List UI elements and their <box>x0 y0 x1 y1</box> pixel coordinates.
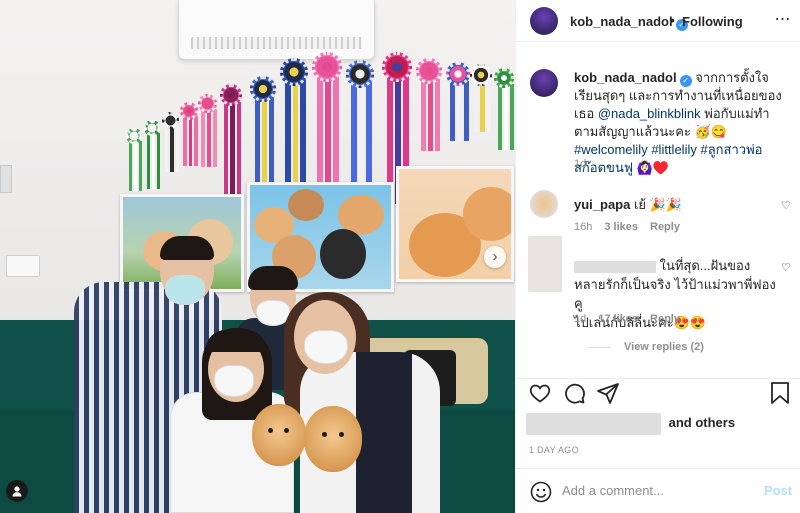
puppy-right <box>304 406 362 472</box>
air-conditioner <box>178 0 375 60</box>
post-actions: and others 1 DAY AGO <box>516 378 800 468</box>
comment-age[interactable]: 1d <box>574 313 586 325</box>
add-comment-bar: Post <box>516 468 800 513</box>
comment-icon[interactable] <box>562 381 586 408</box>
comment-meta: 1d 17 likes Reply <box>574 313 692 325</box>
verified-badge-icon: ✓ <box>679 75 692 87</box>
comment-like-heart-icon[interactable]: ♡ <box>781 199 791 212</box>
liker-names-redacted[interactable] <box>526 413 661 435</box>
comment-meta: 16h 3 likes Reply <box>574 221 692 233</box>
comment-age[interactable]: 16h <box>574 221 592 233</box>
likes-suffix[interactable]: and others <box>669 415 735 430</box>
comment-likes[interactable]: 17 likes <box>598 313 638 325</box>
comment-username-redacted[interactable] <box>574 260 656 273</box>
comment-text-line-1: ในที่สุด...ฝันของ <box>659 258 751 273</box>
wall-box <box>0 165 12 193</box>
reply-button[interactable]: Reply <box>650 221 680 233</box>
commenter-avatar[interactable] <box>530 190 558 218</box>
post-timestamp[interactable]: 1 DAY AGO <box>529 445 579 455</box>
heart-icon[interactable] <box>528 381 552 408</box>
header-separator: • <box>670 12 675 28</box>
reply-button[interactable]: Reply <box>650 313 680 325</box>
caption-emoji: 🙆🏻‍♀️♥️ <box>636 160 670 175</box>
more-options-icon[interactable]: ⋯ <box>771 9 795 31</box>
caption-username[interactable]: kob_nada_nadol <box>574 70 677 85</box>
comment-text: เย้ 🎉🎉 <box>633 197 683 212</box>
bookmark-icon[interactable] <box>769 381 791 408</box>
person-tag-icon[interactable] <box>6 480 28 502</box>
comment-input[interactable] <box>562 483 742 498</box>
wall-switch <box>6 255 40 277</box>
post-button[interactable]: Post <box>764 483 792 498</box>
puppy-left <box>252 404 306 466</box>
comment-username[interactable]: yui_papa <box>574 197 630 212</box>
likes-summary[interactable]: and others <box>526 413 735 435</box>
post-header: kob_nada_nadol ✓ • Following ⋯ <box>516 0 800 42</box>
comment-likes[interactable]: 3 likes <box>604 221 638 233</box>
following-button[interactable]: Following <box>682 14 743 29</box>
post-sidebar: kob_nada_nadol ✓ • Following ⋯ kob_nada_n… <box>515 0 800 513</box>
comment-like-heart-icon[interactable]: ♡ <box>781 261 791 274</box>
commenter-avatar[interactable] <box>528 236 562 292</box>
author-avatar[interactable] <box>530 7 558 35</box>
caption-mention[interactable]: @nada_blinkblink <box>598 106 701 121</box>
author-username[interactable]: kob_nada_nadol <box>570 14 673 29</box>
caption-age[interactable]: 1d <box>574 158 586 170</box>
caption-avatar[interactable] <box>530 69 558 97</box>
view-replies-button[interactable]: View replies (2) <box>588 341 704 353</box>
post-photo[interactable]: › <box>0 0 515 513</box>
caption: kob_nada_nadol ✓ จากการตั้งใจเรียนสุดๆ แล… <box>574 69 788 177</box>
smiley-icon[interactable] <box>530 481 552 506</box>
caption-hashtag[interactable]: #littlelily <box>651 142 697 157</box>
comment-item: yui_papa เย้ 🎉🎉 <box>574 194 774 215</box>
share-icon[interactable] <box>596 381 620 408</box>
comments-section: kob_nada_nadol ✓ จากการตั้งใจเรียนสุดๆ แล… <box>516 43 800 378</box>
chevron-right-icon[interactable]: › <box>484 246 506 268</box>
comment-text-line-2: หลายรักก็เป็นจริง ไว้ป้าแม่วพาพี่ฟองคู <box>574 277 776 311</box>
caption-hashtag[interactable]: #welcomelily <box>574 142 648 157</box>
